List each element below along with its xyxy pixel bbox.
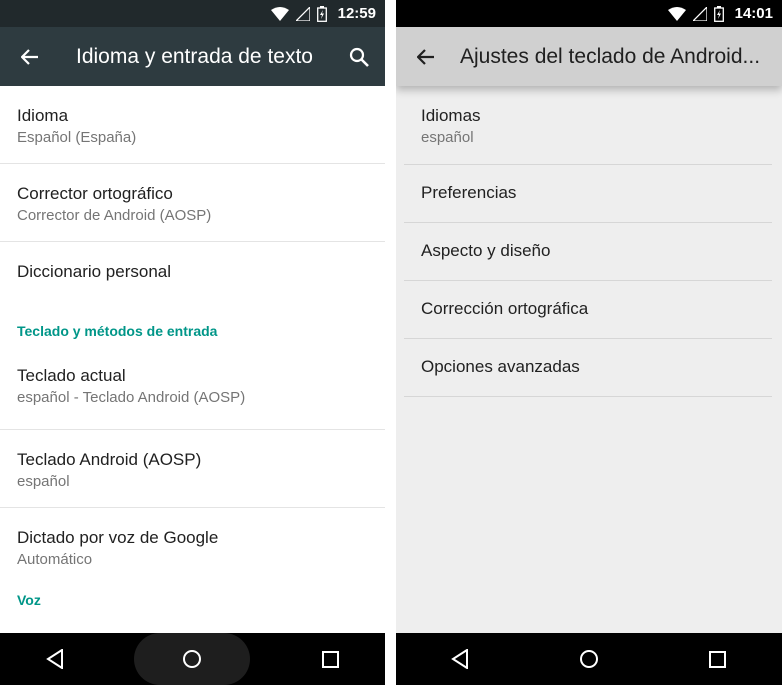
wifi-icon [270,6,289,21]
nav-recents-icon [321,650,339,668]
item-subtitle: español - Teclado Android (AOSP) [17,389,246,406]
right-screen: 14:01 Ajustes del teclado de Android... … [396,0,782,685]
item-subtitle: Corrector de Android (AOSP) [17,207,212,224]
page-title: Idioma y entrada de texto [76,44,313,68]
setting-preferences[interactable]: Preferencias [404,165,772,223]
nav-back-icon [45,649,63,669]
nav-recents-icon [709,650,727,668]
nav-back-icon [451,649,469,669]
setting-spell-correction[interactable]: Corrección ortográfica [404,281,772,339]
page-title: Ajustes del teclado de Android... [460,44,761,68]
setting-google-voice-typing[interactable]: Dictado por voz de Google Automático [0,508,385,586]
wifi-icon [667,6,686,21]
back-button[interactable] [0,27,56,86]
item-title: Diccionario personal [17,262,172,281]
item-subtitle: español [17,473,70,490]
status-bar: 14:01 [396,0,782,27]
item-title: Corrección ortográfica [421,299,589,318]
app-toolbar: Ajustes del teclado de Android... [396,27,782,86]
nav-home-button[interactable] [559,633,619,685]
battery-icon [713,5,724,22]
section-header-keyboard: Teclado y métodos de entrada [17,323,218,339]
nav-recents-button[interactable] [300,633,360,685]
nav-recents-button[interactable] [688,633,748,685]
search-button[interactable] [333,27,385,86]
search-icon [349,47,369,67]
setting-appearance-layout[interactable]: Aspecto y diseño [404,223,772,281]
setting-advanced-options[interactable]: Opciones avanzadas [404,339,772,397]
setting-personal-dictionary[interactable]: Diccionario personal [0,242,385,304]
setting-language[interactable]: Idioma Español (España) [0,86,385,164]
status-time: 14:01 [734,5,773,22]
nav-home-icon [579,650,598,668]
item-title: Teclado Android (AOSP) [17,450,202,469]
status-bar: 12:59 [0,0,385,27]
navigation-bar [396,633,782,685]
item-title: Preferencias [421,183,517,202]
back-button[interactable] [396,27,452,86]
signal-icon [692,6,707,21]
item-subtitle: Automático [17,551,93,568]
settings-list: Idioma Español (España) Corrector ortogr… [0,86,385,631]
nav-home-icon [183,650,202,668]
setting-android-keyboard[interactable]: Teclado Android (AOSP) español [0,430,385,508]
back-arrow-icon [417,48,434,65]
item-subtitle: español [421,129,474,146]
item-title: Idiomas [421,106,481,125]
nav-back-button[interactable] [430,633,490,685]
settings-list: Idiomas español Preferencias Aspecto y d… [404,86,772,397]
status-time: 12:59 [337,5,376,22]
back-arrow-icon [21,48,38,65]
navigation-bar [0,633,385,685]
signal-icon [295,6,310,21]
item-title: Dictado por voz de Google [17,528,219,547]
item-subtitle: Español (España) [17,129,137,146]
section-header-voice: Voz [17,592,41,608]
setting-current-keyboard[interactable]: Teclado actual español - Teclado Android… [0,349,385,430]
item-title: Opciones avanzadas [421,357,580,376]
screen-divider [385,0,396,685]
item-title: Corrector ortográfico [17,184,173,203]
item-title: Aspecto y diseño [421,241,551,260]
app-toolbar: Idioma y entrada de texto [0,27,385,86]
nav-back-button[interactable] [25,633,85,685]
item-title: Teclado actual [17,366,126,385]
setting-languages[interactable]: Idiomas español [404,86,772,165]
item-title: Idioma [17,106,69,125]
setting-spellchecker[interactable]: Corrector ortográfico Corrector de Andro… [0,164,385,242]
nav-home-button[interactable] [134,633,251,685]
battery-icon [316,5,327,22]
left-screen: 12:59 Idioma y entrada de texto Idioma E… [0,0,385,685]
